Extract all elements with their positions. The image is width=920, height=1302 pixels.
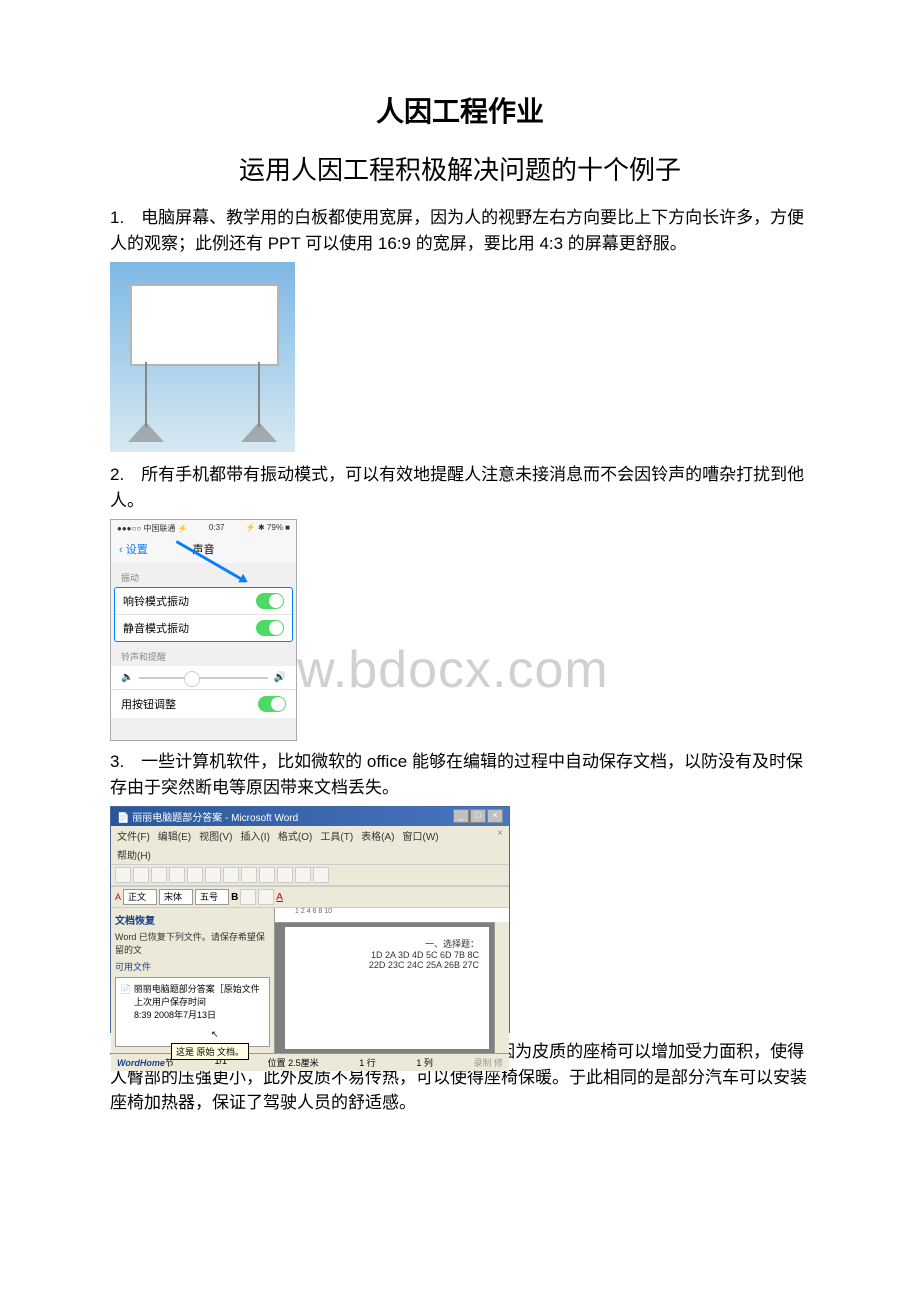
toggle-on-icon[interactable] — [256, 620, 284, 636]
save-icon[interactable] — [151, 867, 167, 883]
main-title: 人因工程作业 — [110, 90, 810, 130]
paste-icon[interactable] — [259, 867, 275, 883]
ios-section-alerts: 铃声和提醒 — [111, 642, 296, 666]
list-icon[interactable] — [258, 889, 274, 905]
word-menubar-help[interactable]: 帮助(H) — [111, 845, 509, 864]
word-recovery-pane: 文档恢复 Word 已恢复下列文件。请保存希望保留的文 可用文件 📄 丽丽电脑题… — [111, 908, 275, 1053]
ios-row-ring-vibrate[interactable]: 响铃模式振动 — [115, 588, 292, 615]
recovery-text: Word 已恢复下列文件。请保存希望保留的文 — [115, 930, 270, 956]
recovery-title: 文档恢复 — [115, 912, 270, 927]
cut-icon[interactable] — [223, 867, 239, 883]
word-toolbar-format[interactable]: A 正文 宋体 五号 B A — [111, 886, 509, 908]
whiteboard-image — [110, 262, 295, 452]
paragraph-3: 3. 一些计算机软件，比如微软的 office 能够在编辑的过程中自动保存文档，… — [110, 749, 810, 800]
redo-icon[interactable] — [295, 867, 311, 883]
cursor-icon: ↖ — [211, 1029, 219, 1040]
recovery-tooltip: 这是 原始 文档。 — [171, 1043, 249, 1060]
open-icon[interactable] — [133, 867, 149, 883]
maximize-icon[interactable]: □ — [470, 809, 486, 823]
paragraph-1: 1. 电脑屏幕、教学用的白板都使用宽屏，因为人的视野左右方向要比上下方向长许多，… — [110, 205, 810, 256]
print-icon[interactable] — [169, 867, 185, 883]
undo-icon[interactable] — [277, 867, 293, 883]
sub-title: 运用人因工程积极解决问题的十个例子 — [110, 150, 810, 187]
size-select[interactable]: 五号 — [195, 889, 229, 905]
ios-row-button-adjust[interactable]: 用按钮调整 — [111, 689, 296, 718]
word-title-text: 📄 丽丽电脑题部分答案 - Microsoft Word — [117, 809, 298, 824]
ios-volume-slider-row: 🔈 🔊 — [111, 666, 296, 689]
ios-section-vibrate: 振动 — [111, 563, 296, 587]
speaker-low-icon: 🔈 — [121, 672, 133, 683]
table-icon[interactable] — [313, 867, 329, 883]
preview-icon[interactable] — [187, 867, 203, 883]
word-toolbar-standard[interactable] — [111, 864, 509, 886]
volume-slider[interactable] — [139, 677, 267, 679]
word-window-image: 📄 丽丽电脑题部分答案 - Microsoft Word _ □ × 文件(F)… — [110, 806, 510, 1033]
copy-icon[interactable] — [241, 867, 257, 883]
ios-status-battery: ⚡ ✱ 79% ■ — [246, 523, 290, 534]
recovery-available-label: 可用文件 — [115, 960, 270, 973]
align-icon[interactable] — [240, 889, 256, 905]
style-select[interactable]: 正文 — [123, 889, 157, 905]
ios-status-carrier: ●●●○○ 中国联通 ⚡ — [117, 523, 188, 534]
toggle-on-icon[interactable] — [258, 696, 286, 712]
ios-settings-image: ●●●○○ 中国联通 ⚡ 0:37 ⚡ ✱ 79% ■ ‹ 设置 声音 振动 响… — [110, 519, 297, 741]
word-menubar[interactable]: 文件(F)编辑(E)视图(V)插入(I)格式(O)工具(T)表格(A)窗口(W)… — [111, 826, 509, 845]
toggle-on-icon[interactable] — [256, 593, 284, 609]
spell-icon[interactable] — [205, 867, 221, 883]
ios-status-time: 0:37 — [209, 523, 225, 534]
ios-row-silent-vibrate[interactable]: 静音模式振动 — [115, 615, 292, 641]
recovery-file-item[interactable]: 📄 丽丽电脑题部分答案［原始文件 上次用户保存时间 8:39 2008年7月13… — [115, 977, 270, 1047]
paragraph-2: 2. 所有手机都带有振动模式，可以有效地提醒人注意未接消息而不会因铃声的嘈杂打扰… — [110, 462, 810, 513]
speaker-high-icon: 🔊 — [274, 672, 286, 683]
close-icon[interactable]: × — [487, 809, 503, 823]
word-ruler: 1 2 4 6 8 10 — [275, 908, 509, 923]
scrollbar-vertical[interactable] — [494, 922, 509, 1053]
minimize-icon[interactable]: _ — [453, 809, 469, 823]
font-select[interactable]: 宋体 — [159, 889, 193, 905]
new-icon[interactable] — [115, 867, 131, 883]
document-page: 人因工程作业 运用人因工程积极解决问题的十个例子 1. 电脑屏幕、教学用的白板都… — [0, 0, 920, 1182]
word-document-area[interactable]: 一、选择题： 1D 2A 3D 4D 5C 6D 7B 8C 22D 23C 2… — [285, 927, 489, 1049]
